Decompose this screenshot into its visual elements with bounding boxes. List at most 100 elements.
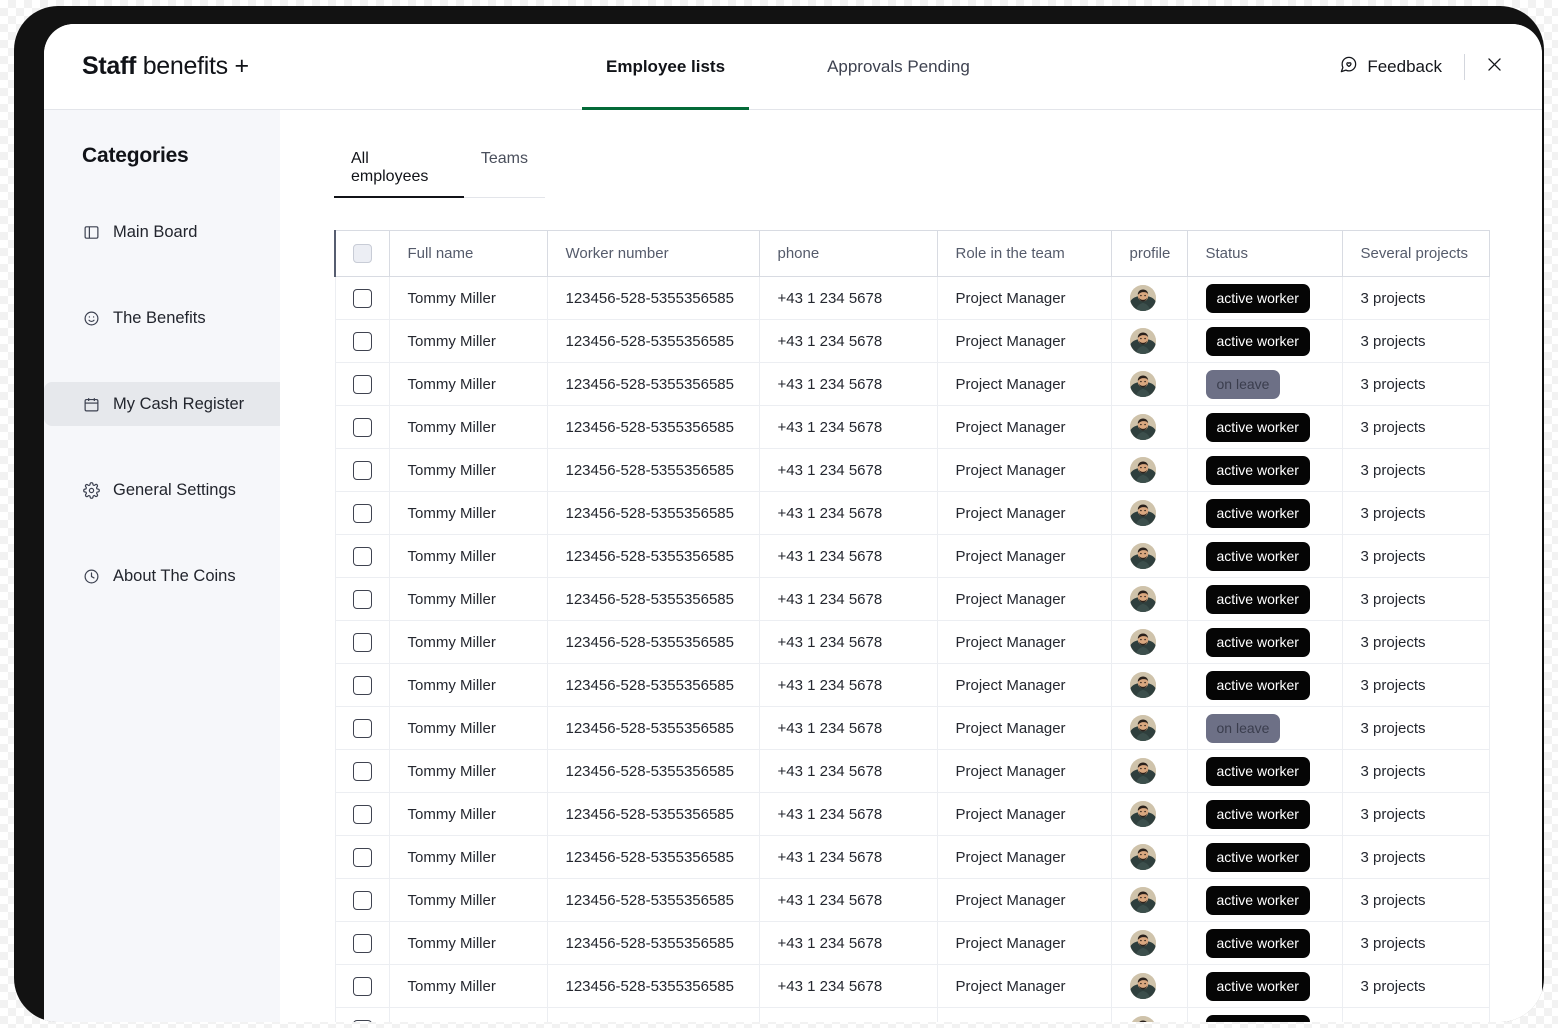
table-row[interactable]: Tommy Miller123456-528-5355356585+43 1 2… bbox=[334, 964, 1490, 1008]
status-badge: active worker bbox=[1205, 799, 1310, 829]
tab-approvals-pending-label: Approvals Pending bbox=[827, 57, 970, 76]
row-checkbox[interactable] bbox=[352, 761, 372, 781]
avatar[interactable] bbox=[1129, 844, 1156, 870]
cell-status: active worker bbox=[1187, 921, 1343, 965]
avatar[interactable] bbox=[1129, 887, 1156, 913]
row-checkbox[interactable] bbox=[352, 546, 372, 566]
row-checkbox[interactable] bbox=[352, 890, 372, 910]
sidebar-item-about-the-coins[interactable]: About The Coins bbox=[44, 554, 280, 598]
table-row[interactable]: Tommy Miller123456-528-5355356585+43 1 2… bbox=[334, 921, 1490, 965]
sidebar-title: Categories bbox=[82, 144, 189, 167]
sidebar-item-main-board-label: Main Board bbox=[113, 222, 198, 241]
sidebar-item-my-cash-register[interactable]: My Cash Register bbox=[44, 382, 280, 426]
cell-projects: 3 projects bbox=[1342, 706, 1490, 750]
sidebar-item-main-board[interactable]: Main Board bbox=[44, 210, 280, 254]
subtab-teams[interactable]: Teams bbox=[464, 150, 545, 197]
logo-bold-text: Staff bbox=[82, 52, 137, 80]
column-profile[interactable]: profile bbox=[1111, 230, 1188, 277]
table-row[interactable]: Tommy Miller123456-528-5355356585+43 1 2… bbox=[334, 706, 1490, 750]
table-row[interactable]: Tommy Miller123456-528-5355356585+43 1 2… bbox=[334, 577, 1490, 621]
avatar[interactable] bbox=[1129, 973, 1156, 999]
row-checkbox[interactable] bbox=[352, 804, 372, 824]
table-row[interactable]: Tommy Miller123456-528-5355356585+43 1 2… bbox=[334, 878, 1490, 922]
column-role-in-the-team[interactable]: Role in the team bbox=[937, 230, 1112, 277]
cell-worker-number: 123456-528-5355356585 bbox=[547, 706, 760, 750]
table-row[interactable]: Tommy Miller123456-528-5355356585+43 1 2… bbox=[334, 405, 1490, 449]
avatar[interactable] bbox=[1129, 543, 1156, 569]
avatar[interactable] bbox=[1129, 629, 1156, 655]
table-row[interactable]: Tommy Miller123456-528-5355356585+43 1 2… bbox=[334, 835, 1490, 879]
avatar[interactable] bbox=[1129, 371, 1156, 397]
clock-icon bbox=[82, 567, 100, 585]
table-row[interactable]: Tommy Miller123456-528-5355356585+43 1 2… bbox=[334, 792, 1490, 836]
feedback-button[interactable]: Feedback bbox=[1339, 55, 1464, 79]
tab-approvals-pending[interactable]: Approvals Pending bbox=[825, 24, 972, 110]
table-row[interactable]: Tommy Miller123456-528-5355356585+43 1 2… bbox=[334, 491, 1490, 535]
status-badge: active worker bbox=[1205, 756, 1310, 786]
table-row[interactable]: Tommy Miller123456-528-5355356585+43 1 2… bbox=[334, 620, 1490, 664]
column-several-projects[interactable]: Several projects bbox=[1342, 230, 1490, 277]
table-row[interactable]: Tommy Miller123456-528-5355356585+43 1 2… bbox=[334, 663, 1490, 707]
cell-role: Project Manager bbox=[937, 1007, 1112, 1022]
avatar[interactable] bbox=[1129, 414, 1156, 440]
cell-worker-number: 123456-528-5355356585 bbox=[547, 577, 760, 621]
cell-phone: +43 1 234 5678 bbox=[759, 491, 938, 535]
row-checkbox[interactable] bbox=[352, 718, 372, 738]
row-checkbox[interactable] bbox=[352, 374, 372, 394]
table-row[interactable]: Tommy Miller123456-528-5355356585+43 1 2… bbox=[334, 448, 1490, 492]
cell-worker-number: 123456-528-5355356585 bbox=[547, 835, 760, 879]
avatar[interactable] bbox=[1129, 457, 1156, 483]
avatar[interactable] bbox=[1129, 715, 1156, 741]
row-checkbox[interactable] bbox=[352, 589, 372, 609]
row-checkbox[interactable] bbox=[352, 933, 372, 953]
avatar[interactable] bbox=[1129, 672, 1156, 698]
avatar[interactable] bbox=[1129, 500, 1156, 526]
column-status[interactable]: Status bbox=[1187, 230, 1343, 277]
column-worker-number[interactable]: Worker number bbox=[547, 230, 760, 277]
row-checkbox[interactable] bbox=[352, 417, 372, 437]
sidebar-item-general-settings[interactable]: General Settings bbox=[44, 468, 280, 512]
cell-projects: 3 projects bbox=[1342, 749, 1490, 793]
column-phone[interactable]: phone bbox=[759, 230, 938, 277]
cell-phone: +43 1 234 5678 bbox=[759, 878, 938, 922]
row-checkbox[interactable] bbox=[352, 460, 372, 480]
subtab-all-employees[interactable]: All employees bbox=[334, 150, 464, 198]
sidebar-item-the-benefits[interactable]: The Benefits bbox=[44, 296, 280, 340]
layout-panel-icon bbox=[82, 223, 100, 241]
row-checkbox[interactable] bbox=[352, 675, 372, 695]
table-row[interactable]: Tommy Miller123456-528-5355356585+43 1 2… bbox=[334, 276, 1490, 320]
row-checkbox[interactable] bbox=[352, 288, 372, 308]
row-checkbox[interactable] bbox=[352, 976, 372, 996]
cell-worker-number: 123456-528-5355356585 bbox=[547, 792, 760, 836]
avatar[interactable] bbox=[1129, 328, 1156, 354]
cell-phone: +43 1 234 5678 bbox=[759, 964, 938, 1008]
row-checkbox[interactable] bbox=[352, 503, 372, 523]
avatar[interactable] bbox=[1129, 285, 1156, 311]
avatar[interactable] bbox=[1129, 801, 1156, 827]
select-all-checkbox[interactable] bbox=[352, 244, 372, 263]
row-checkbox[interactable] bbox=[352, 1019, 372, 1022]
cell-full-name: Tommy Miller bbox=[389, 706, 548, 750]
table-row[interactable]: Tommy Miller123456-528-5355356585+43 1 2… bbox=[334, 534, 1490, 578]
cell-profile bbox=[1111, 620, 1188, 664]
row-checkbox[interactable] bbox=[352, 847, 372, 867]
avatar[interactable] bbox=[1129, 930, 1156, 956]
tab-employee-lists[interactable]: Employee lists bbox=[581, 24, 750, 110]
row-checkbox[interactable] bbox=[352, 331, 372, 351]
table-row[interactable]: Tommy Miller123456-528-5355356585+43 1 2… bbox=[334, 319, 1490, 363]
avatar[interactable] bbox=[1129, 586, 1156, 612]
avatar[interactable] bbox=[1129, 1016, 1156, 1022]
table-row[interactable]: Tommy Miller123456-528-5355356585+43 1 2… bbox=[334, 362, 1490, 406]
table-row[interactable]: Tommy Miller123456-528-5355356585+43 1 2… bbox=[334, 1007, 1490, 1022]
cell-projects: 3 projects bbox=[1342, 921, 1490, 965]
table-row[interactable]: Tommy Miller123456-528-5355356585+43 1 2… bbox=[334, 749, 1490, 793]
row-checkbox[interactable] bbox=[352, 632, 372, 652]
column-full-name[interactable]: Full name bbox=[389, 230, 548, 277]
cell-role: Project Manager bbox=[937, 534, 1112, 578]
cell-phone: +43 1 234 5678 bbox=[759, 620, 938, 664]
avatar[interactable] bbox=[1129, 758, 1156, 784]
close-button[interactable] bbox=[1465, 55, 1510, 79]
status-badge: active worker bbox=[1205, 498, 1310, 528]
row-select-cell bbox=[334, 706, 390, 750]
app-logo[interactable]: Staff benefits + bbox=[82, 52, 249, 81]
